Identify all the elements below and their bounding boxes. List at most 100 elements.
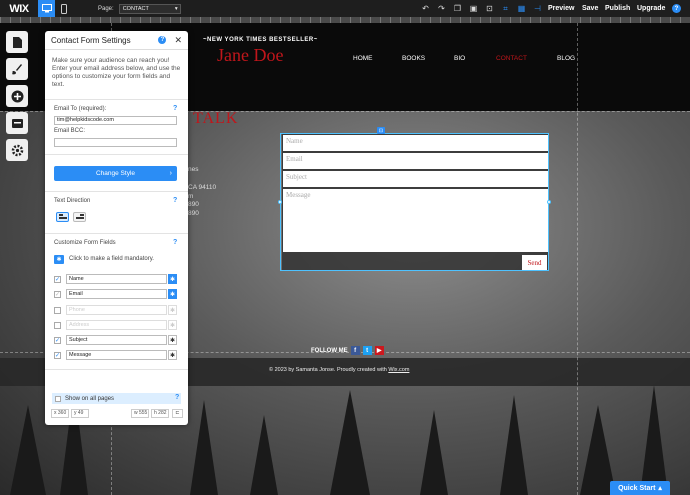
help-icon[interactable]: ? <box>175 394 179 401</box>
lock-ratio-icon[interactable]: ⊏ <box>172 409 183 418</box>
resize-handle[interactable] <box>278 200 282 204</box>
upgrade-button[interactable]: Upgrade <box>637 0 665 17</box>
form-send-button[interactable]: Send <box>522 255 547 270</box>
mandatory-toggle[interactable]: ✱ <box>168 320 177 330</box>
pages-button[interactable] <box>6 31 28 53</box>
undo-icon[interactable]: ↶ <box>420 3 431 14</box>
show-on-all-pages-label: Show on all pages <box>65 395 115 402</box>
field-label-input[interactable]: Message <box>66 350 167 360</box>
field-row-subject: ✓ Subject ✱ <box>54 335 177 345</box>
chevron-right-icon: › <box>169 170 172 177</box>
form-name-field[interactable]: Name <box>283 135 548 151</box>
change-style-button[interactable]: Change Style › <box>54 166 177 181</box>
field-row-address: Address ✱ <box>54 320 177 330</box>
field-checkbox[interactable]: ✓ <box>54 351 61 359</box>
copyright-link[interactable]: Wix.com <box>388 367 409 373</box>
close-icon[interactable]: ✕ <box>174 35 182 46</box>
divider <box>45 154 188 155</box>
field-label-input[interactable]: Subject <box>66 335 167 345</box>
info-icon: ✱ <box>54 255 64 264</box>
field-checkbox[interactable]: ✓ <box>54 275 61 283</box>
add-button[interactable] <box>6 85 28 107</box>
mobile-view-button[interactable] <box>55 0 72 17</box>
help-icon[interactable]: ? <box>672 4 681 13</box>
tree-shape <box>190 400 218 495</box>
mandatory-toggle[interactable]: ✱ <box>168 335 177 345</box>
nav-books[interactable]: BOOKS <box>402 55 425 62</box>
mobile-icon <box>60 3 67 14</box>
site-tagline[interactable]: ~NEW YORK TIMES BESTSELLER~ <box>203 37 318 43</box>
contact-info-line: CA 94110 <box>188 184 217 191</box>
form-email-field[interactable]: Email <box>283 153 548 169</box>
show-on-all-pages-row[interactable]: Show on all pages <box>52 393 181 404</box>
width-field[interactable]: w 555 <box>131 409 149 418</box>
vertical-guide <box>577 23 578 495</box>
y-position-field[interactable]: y 49 <box>71 409 89 418</box>
email-to-field[interactable]: tim@helpkidscode.com <box>54 116 177 125</box>
mandatory-toggle[interactable]: ✱ <box>168 289 177 299</box>
twitter-icon[interactable]: t <box>362 346 372 355</box>
field-row-name: ✓ Name ✱ <box>54 274 177 284</box>
snap-icon[interactable]: ▦ <box>516 3 527 14</box>
copy-icon[interactable]: ❐ <box>452 3 463 14</box>
facebook-icon[interactable]: f <box>350 346 360 355</box>
help-icon[interactable]: ? <box>173 105 177 112</box>
mandatory-toggle[interactable]: ✱ <box>168 274 177 284</box>
email-bcc-field[interactable] <box>54 138 177 147</box>
contact-info-line: m <box>188 193 194 200</box>
save-button[interactable]: Save <box>582 0 598 17</box>
chevron-up-icon: ▴ <box>658 485 662 492</box>
panel-header[interactable]: Contact Form Settings ? ✕ <box>45 31 188 50</box>
field-checkbox[interactable] <box>54 321 61 329</box>
rtl-direction-button[interactable] <box>73 212 86 222</box>
divider <box>45 99 188 100</box>
nav-contact[interactable]: CONTACT <box>496 55 527 62</box>
zoom-icon[interactable]: ⊡ <box>484 3 495 14</box>
help-icon[interactable]: ? <box>158 36 167 44</box>
site-author-name[interactable]: Jane Doe <box>217 45 283 66</box>
mandatory-toggle[interactable]: ✱ <box>168 350 177 360</box>
mandatory-hint: Click to make a field mandatory. <box>69 256 154 262</box>
ltr-direction-button[interactable] <box>56 212 69 222</box>
nav-home[interactable]: HOME <box>353 55 373 62</box>
field-checkbox[interactable]: ✓ <box>54 336 61 344</box>
talk-heading[interactable]: TALK <box>193 110 238 128</box>
divider <box>45 233 188 234</box>
quick-start-button[interactable]: Quick Start ▴ <box>610 481 670 495</box>
nav-bio[interactable]: BIO <box>454 55 465 62</box>
field-label-input[interactable]: Phone <box>66 305 167 315</box>
form-anchor-icon[interactable]: ⊡ <box>377 127 385 134</box>
gridlines-icon[interactable]: ⌗ <box>500 3 511 14</box>
help-icon[interactable]: ? <box>173 197 177 204</box>
nav-blog[interactable]: BLOG <box>557 55 575 62</box>
wix-logo: WIX <box>9 2 29 15</box>
preview-button[interactable]: Preview <box>548 0 574 17</box>
resize-handle[interactable] <box>547 200 551 204</box>
mandatory-toggle[interactable]: ✱ <box>168 305 177 315</box>
field-label-input[interactable]: Email <box>66 289 167 299</box>
design-button[interactable] <box>6 58 28 80</box>
form-message-field[interactable]: Message <box>283 189 548 252</box>
page-select[interactable]: CONTACT ▾ <box>118 3 181 14</box>
chevron-down-icon: ▾ <box>174 5 178 12</box>
field-checkbox[interactable]: ✓ <box>54 290 61 298</box>
field-label-input[interactable]: Address <box>66 320 167 330</box>
settings-button[interactable] <box>6 139 28 161</box>
copyright-text: © 2023 by Samanta Jonse. Proudly created… <box>269 367 409 373</box>
field-row-phone: Phone ✱ <box>54 305 177 315</box>
quick-start-label: Quick Start <box>618 484 656 492</box>
app-market-button[interactable] <box>6 112 28 134</box>
height-field[interactable]: h 282 <box>151 409 169 418</box>
desktop-view-button[interactable] <box>38 0 55 17</box>
field-checkbox[interactable] <box>54 306 61 314</box>
rulers-icon[interactable]: ⊣ <box>532 3 543 14</box>
help-icon[interactable]: ? <box>173 239 177 246</box>
youtube-icon[interactable]: ▶ <box>374 346 384 355</box>
form-subject-field[interactable]: Subject <box>283 171 548 187</box>
x-position-field[interactable]: x 360 <box>51 409 69 418</box>
redo-icon[interactable]: ↷ <box>436 3 447 14</box>
paste-icon[interactable]: ▣ <box>468 3 479 14</box>
publish-button[interactable]: Publish <box>605 0 630 17</box>
field-label-input[interactable]: Name <box>66 274 167 284</box>
show-on-all-pages-checkbox[interactable] <box>55 395 61 402</box>
